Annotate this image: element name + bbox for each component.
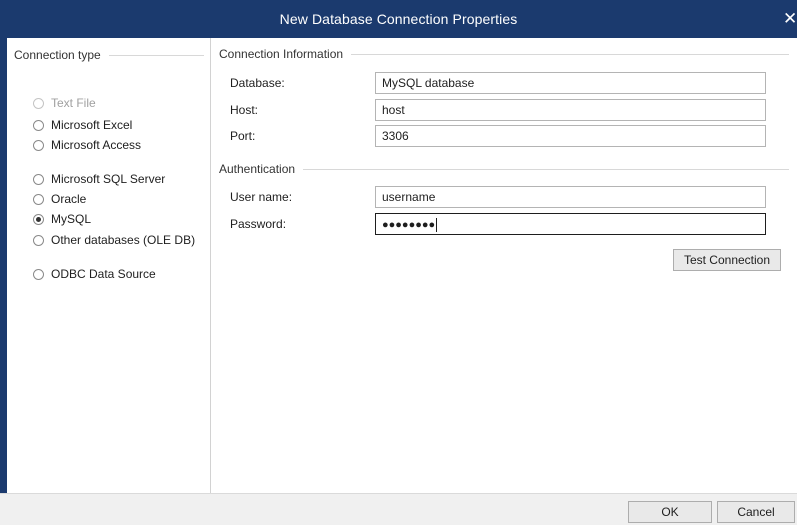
radio-button-microsoft-excel[interactable] — [33, 119, 44, 131]
connection-details-pane: Connection Information Database: MySQL d… — [211, 38, 797, 493]
port-input[interactable]: 3306 — [375, 125, 766, 147]
cancel-button[interactable]: Cancel — [717, 501, 795, 523]
radio-label-text-file: Text File — [51, 96, 96, 110]
radio-option-microsoft-sql-server[interactable]: Microsoft SQL Server — [33, 170, 165, 188]
authentication-group-header: Authentication — [219, 161, 789, 177]
authentication-divider — [303, 168, 789, 170]
connection-type-group-header: Connection type — [14, 47, 204, 63]
radio-option-oracle[interactable]: Oracle — [33, 190, 86, 208]
password-input[interactable]: ●●●●●●●● — [375, 213, 766, 235]
text-caret — [436, 217, 438, 232]
radio-button-microsoft-sql-server[interactable] — [33, 173, 44, 185]
database-input[interactable]: MySQL database — [375, 72, 766, 94]
radio-label-odbc-data-source: ODBC Data Source — [51, 267, 156, 281]
test-connection-button[interactable]: Test Connection — [673, 249, 781, 271]
window-left-border — [0, 38, 7, 496]
radio-label-microsoft-excel: Microsoft Excel — [51, 118, 133, 132]
connection-type-divider — [108, 54, 204, 56]
database-label: Database: — [230, 76, 285, 90]
connection-type-header: Connection type — [14, 48, 101, 62]
radio-button-mysql[interactable] — [33, 213, 44, 225]
radio-option-microsoft-excel[interactable]: Microsoft Excel — [33, 116, 132, 134]
host-input[interactable]: host — [375, 99, 766, 121]
dialog-title: New Database Connection Properties — [279, 11, 518, 27]
connection-info-group-header: Connection Information — [219, 46, 789, 62]
radio-label-microsoft-access: Microsoft Access — [51, 138, 142, 152]
port-label: Port: — [230, 129, 256, 143]
host-label: Host: — [230, 103, 259, 117]
radio-option-microsoft-access[interactable]: Microsoft Access — [33, 136, 141, 154]
password-label: Password: — [230, 217, 287, 231]
connection-info-divider — [351, 53, 789, 55]
radio-button-text-file[interactable] — [33, 97, 44, 109]
radio-button-odbc-data-source[interactable] — [33, 268, 44, 280]
connection-type-pane: Connection type Text File Microsoft Exce… — [7, 38, 211, 493]
title-bar: New Database Connection Properties ✕ — [0, 0, 797, 38]
password-masked-value: ●●●●●●●● — [382, 219, 436, 231]
radio-label-other-databases: Other databases (OLE DB) — [51, 233, 196, 247]
radio-button-oracle[interactable] — [33, 193, 44, 205]
radio-option-mysql[interactable]: MySQL — [33, 210, 91, 228]
close-icon[interactable]: ✕ — [783, 9, 797, 29]
radio-button-other-databases[interactable] — [33, 234, 44, 246]
radio-option-text-file[interactable]: Text File — [33, 94, 96, 112]
radio-button-microsoft-access[interactable] — [33, 139, 44, 151]
dialog-window: New Database Connection Properties ✕ Con… — [0, 0, 797, 525]
ok-button[interactable]: OK — [628, 501, 712, 523]
username-label: User name: — [230, 190, 293, 204]
radio-option-odbc-data-source[interactable]: ODBC Data Source — [33, 265, 156, 283]
dialog-footer: OK Cancel — [0, 493, 797, 525]
radio-label-oracle: Oracle — [51, 192, 87, 206]
radio-label-mysql: MySQL — [51, 212, 92, 226]
authentication-header: Authentication — [219, 162, 296, 176]
radio-label-microsoft-sql-server: Microsoft SQL Server — [51, 172, 166, 186]
connection-info-header: Connection Information — [219, 47, 344, 61]
username-input[interactable]: username — [375, 186, 766, 208]
radio-option-other-databases[interactable]: Other databases (OLE DB) — [33, 231, 195, 249]
